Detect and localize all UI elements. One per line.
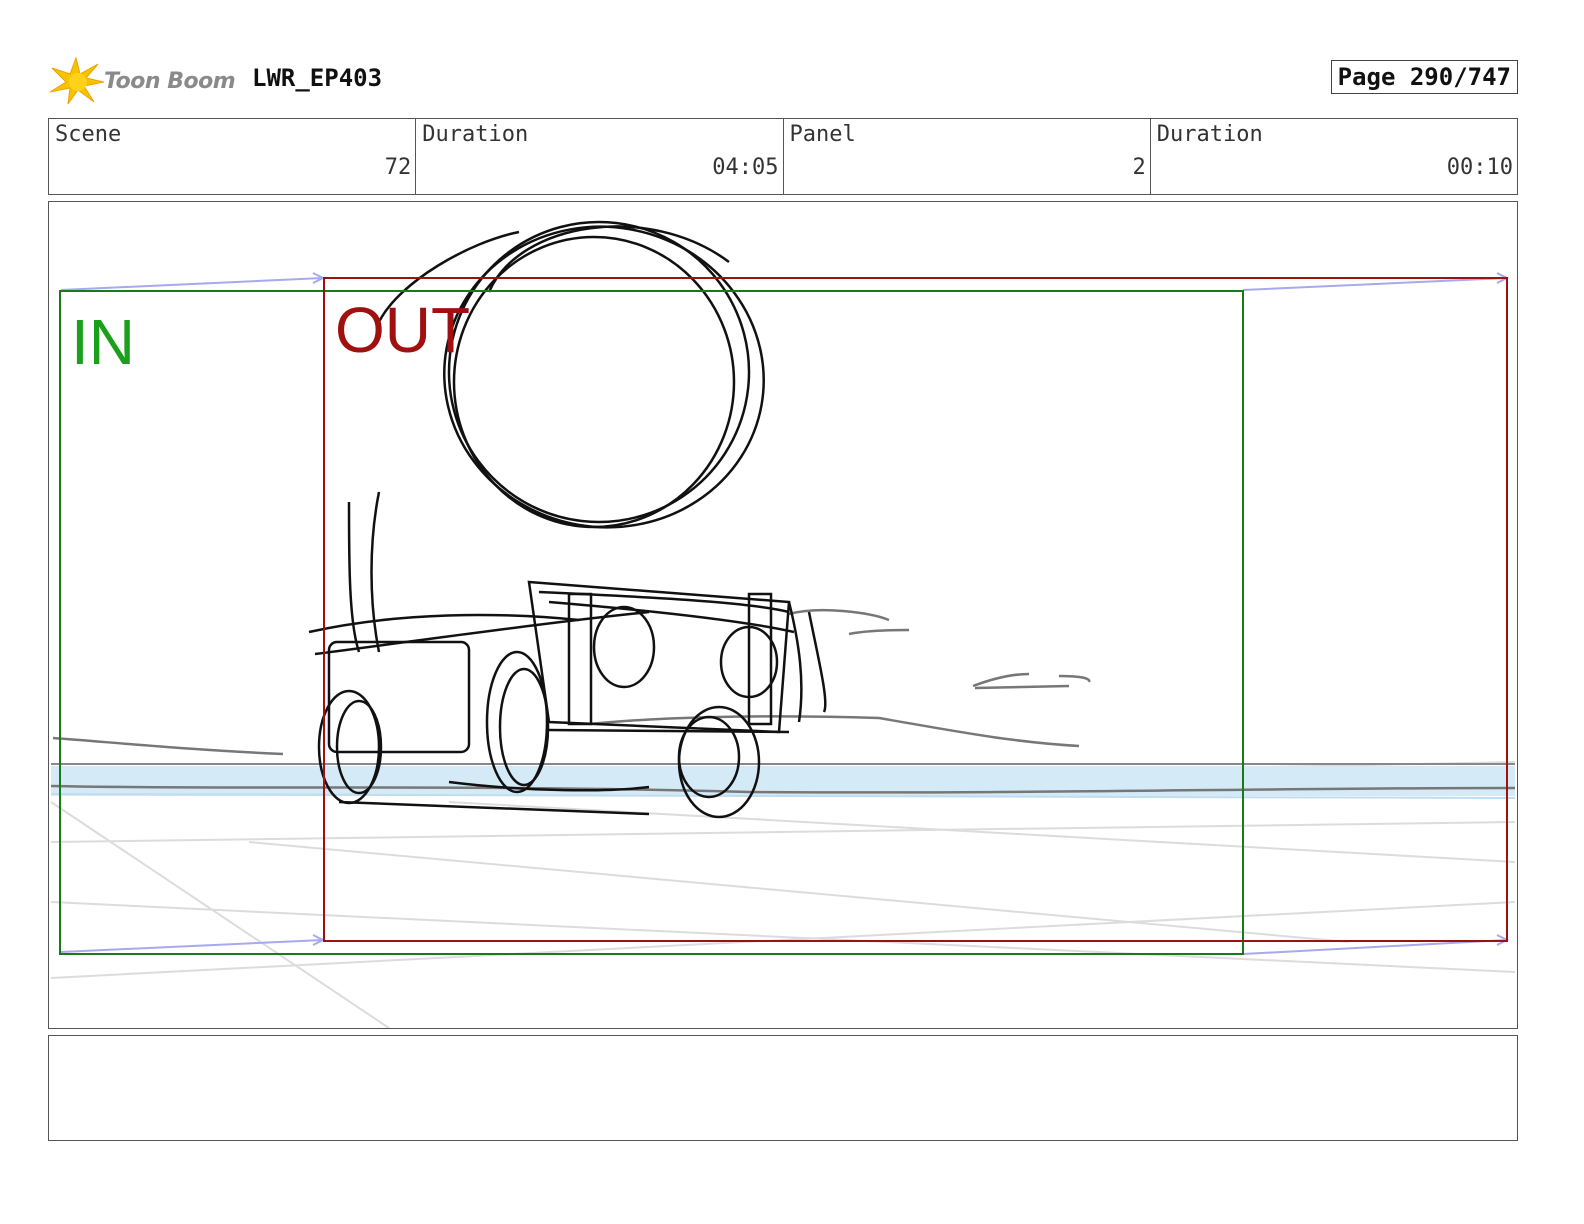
in-frame-label: IN — [71, 306, 135, 378]
scene-cell: Scene 72 — [49, 119, 415, 194]
scene-duration-label: Duration — [422, 122, 529, 147]
background-hills — [52, 608, 1091, 756]
panel-notes-box — [48, 1035, 1518, 1141]
camera-frames — [59, 277, 1508, 955]
scene-duration-value: 04:05 — [712, 155, 779, 180]
panel-value: 2 — [1132, 155, 1146, 180]
panel-sketch: IN OUT — [50, 220, 1516, 1028]
panel-cell: Panel 2 — [782, 119, 1150, 194]
in-frame — [59, 290, 1244, 955]
out-frame-label: OUT — [335, 294, 470, 366]
scene-duration-cell: Duration 04:05 — [415, 119, 782, 194]
panel-info-table: Scene 72 Duration 04:05 Panel 2 Duration… — [48, 118, 1518, 195]
page-indicator: Page 290/747 — [1330, 60, 1518, 94]
panel-duration-label: Duration — [1156, 122, 1263, 147]
out-frame — [323, 277, 1508, 942]
panel-label: Panel — [789, 122, 856, 147]
storyboard-header: Toon Boom LWR_EP403 Page 290/747 — [48, 52, 1518, 106]
storyboard-panel: IN OUT — [48, 201, 1518, 1029]
toon-boom-logo: Toon Boom — [48, 56, 248, 106]
starburst-icon — [49, 56, 105, 105]
scene-label: Scene — [55, 122, 122, 147]
scene-value: 72 — [384, 155, 412, 180]
ground-perspective-lines — [50, 761, 1516, 1028]
panel-duration-value: 00:10 — [1446, 155, 1513, 180]
logo-text: Toon Boom — [104, 69, 236, 94]
water-band — [50, 763, 1516, 799]
project-title: LWR_EP403 — [252, 64, 383, 92]
panel-duration-cell: Duration 00:10 — [1149, 119, 1517, 194]
camera-move-arrows — [60, 272, 1510, 955]
